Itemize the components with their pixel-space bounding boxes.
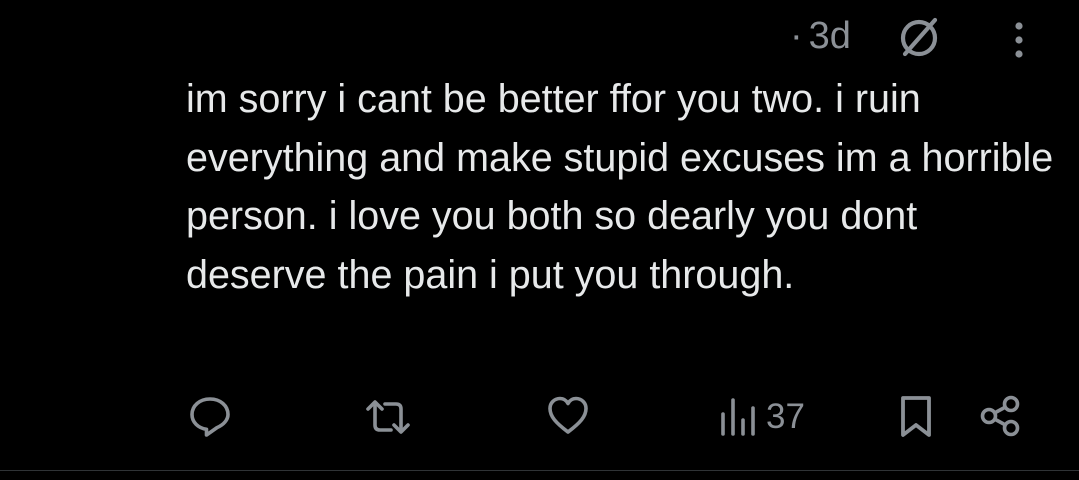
- views-button[interactable]: 37: [718, 396, 805, 438]
- share-icon: [980, 395, 1020, 437]
- post-actions: 37: [0, 392, 1079, 444]
- more-vertical-icon[interactable]: [1004, 18, 1034, 62]
- like-button[interactable]: [546, 394, 590, 436]
- bookmark-icon: [901, 396, 931, 437]
- repost-icon: [366, 400, 410, 434]
- post-timestamp[interactable]: 3d: [809, 15, 851, 58]
- time-separator: ·: [790, 14, 803, 57]
- share-button[interactable]: [978, 394, 1022, 438]
- post-meta: · 3d: [790, 12, 851, 60]
- no-entry-icon[interactable]: [894, 14, 944, 60]
- heart-icon: [548, 396, 588, 434]
- post[interactable]: · 3d im sorry i cant be better ffor you …: [0, 0, 1079, 471]
- post-text: im sorry i cant be better ffor you two. …: [186, 77, 1054, 297]
- repost-button[interactable]: [364, 396, 412, 438]
- views-count: 37: [766, 397, 805, 436]
- views-chart-icon: [721, 398, 755, 436]
- bookmark-button[interactable]: [898, 394, 934, 440]
- post-divider: [0, 470, 1079, 471]
- reply-button[interactable]: [188, 394, 232, 438]
- reply-icon: [190, 397, 230, 437]
